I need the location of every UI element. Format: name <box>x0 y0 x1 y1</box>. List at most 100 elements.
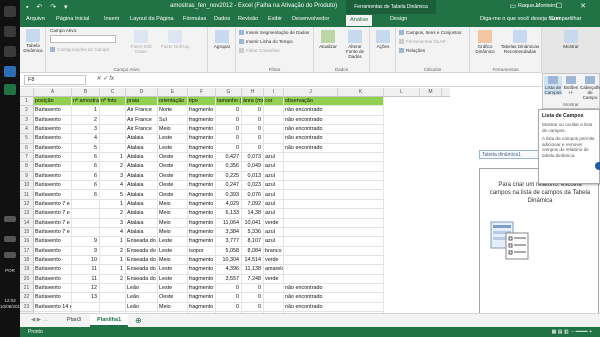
table-cell[interactable]: 6 <box>72 171 100 182</box>
table-cell[interactable]: 9 <box>72 237 100 247</box>
table-cell[interactable]: verde <box>264 274 284 284</box>
table-cell[interactable]: 6 <box>72 153 100 163</box>
row-header[interactable]: 2 <box>20 106 34 116</box>
table-cell[interactable]: 0 <box>242 143 264 154</box>
table-cell[interactable] <box>264 125 284 135</box>
table-cell[interactable]: 4,396 <box>216 265 242 275</box>
table-cell[interactable]: fragmento <box>188 171 216 182</box>
table-cell[interactable]: Barlavento <box>34 162 72 172</box>
table-cell[interactable]: fragmento <box>188 209 216 219</box>
table-cell[interactable]: 6 <box>72 181 100 191</box>
table-cell[interactable]: 0 <box>242 106 264 116</box>
task-view-icon[interactable] <box>4 46 16 57</box>
table-cell[interactable] <box>284 162 384 172</box>
row-header[interactable]: 10 <box>20 181 34 191</box>
field-settings-button[interactable]: Configurações do Campo <box>50 47 109 52</box>
table-cell[interactable]: Barlavento <box>34 134 72 144</box>
table-cell[interactable]: 0 <box>216 293 242 303</box>
explorer-icon[interactable] <box>4 66 16 77</box>
table-cell[interactable] <box>284 209 384 219</box>
search-icon[interactable] <box>4 26 16 37</box>
worksheet-grid[interactable]: ABCDEFGHIJKLMNOPQ1posiçãonº amostranº fo… <box>20 88 450 325</box>
table-cell[interactable] <box>100 134 126 144</box>
table-cell[interactable]: 0,225 <box>216 171 242 182</box>
table-cell[interactable] <box>264 106 284 116</box>
table-cell[interactable] <box>100 302 126 313</box>
table-cell[interactable]: Meio <box>158 199 188 210</box>
table-cell[interactable]: azul <box>264 190 284 200</box>
table-cell[interactable]: fragmento <box>188 284 216 294</box>
column-header[interactable]: G <box>216 88 242 97</box>
table-cell[interactable]: 2 <box>100 274 126 284</box>
table-cell[interactable]: 6 <box>72 190 100 200</box>
table-cell[interactable]: 7,092 <box>242 199 264 210</box>
table-cell[interactable]: 7,248 <box>242 274 264 284</box>
row-header[interactable]: 23 <box>20 302 34 313</box>
header-cell[interactable]: tipo <box>188 97 216 107</box>
table-cell[interactable]: 2 <box>100 209 126 219</box>
table-cell[interactable]: fragmento <box>188 181 216 191</box>
change-source-button[interactable]: Alterar Fonte de Dados <box>342 30 368 59</box>
table-cell[interactable]: Enseada do <box>126 246 158 256</box>
table-cell[interactable]: fragmento <box>188 293 216 303</box>
header-cell[interactable]: nº foto <box>100 97 126 107</box>
table-cell[interactable]: Barlavento <box>34 143 72 154</box>
header-cell[interactable]: posição <box>34 97 72 107</box>
table-cell[interactable]: fragmento <box>188 265 216 275</box>
table-cell[interactable]: Barlavento <box>34 106 72 116</box>
table-cell[interactable]: 11,064 <box>216 218 242 228</box>
header-cell[interactable]: área (mm²) <box>242 97 264 107</box>
tab-design[interactable]: Design <box>390 16 407 22</box>
table-cell[interactable]: não encontrado <box>284 134 384 144</box>
table-cell[interactable]: Meio <box>158 227 188 238</box>
table-cell[interactable]: 0,049 <box>242 162 264 172</box>
table-cell[interactable]: Leste <box>158 237 188 247</box>
row-header[interactable]: 3 <box>20 115 34 126</box>
sheet-nav-icon[interactable]: ◀ ▶ … <box>24 314 55 327</box>
field-headers-toggle[interactable]: Cabeçalhos de Campo <box>580 76 600 100</box>
table-cell[interactable]: Barlavento 7 e 8 <box>34 218 72 228</box>
table-cell[interactable]: 3,384 <box>216 227 242 238</box>
header-cell[interactable]: tamanho (ar <box>216 97 242 107</box>
table-cell[interactable] <box>264 284 284 294</box>
table-cell[interactable]: não encontrado <box>284 143 384 154</box>
table-cell[interactable]: 5,336 <box>242 227 264 238</box>
row-header[interactable]: 19 <box>20 265 34 275</box>
excel-icon[interactable] <box>4 84 16 95</box>
table-cell[interactable]: isopor <box>188 246 216 256</box>
column-header[interactable]: C <box>100 88 126 97</box>
table-cell[interactable]: Atalaia <box>126 209 158 219</box>
table-cell[interactable]: Leão <box>126 284 158 294</box>
table-cell[interactable]: 2 <box>100 246 126 256</box>
table-cell[interactable] <box>264 293 284 303</box>
table-cell[interactable]: Barlavento <box>34 115 72 126</box>
table-cell[interactable]: 0 <box>242 115 264 126</box>
tell-me-search[interactable]: Diga-me o que você deseja fazer <box>480 16 561 22</box>
table-cell[interactable]: 1 <box>72 106 100 116</box>
table-cell[interactable]: 1 <box>100 153 126 163</box>
column-header[interactable]: M <box>420 88 442 97</box>
table-cell[interactable]: 4 <box>72 134 100 144</box>
table-cell[interactable]: azul <box>264 209 284 219</box>
pivot-chart-button[interactable]: Gráfico Dinâmico <box>472 30 498 54</box>
table-cell[interactable]: azul <box>264 227 284 238</box>
group-button[interactable]: Agrupar <box>210 30 234 49</box>
table-cell[interactable]: azul <box>264 153 284 163</box>
table-cell[interactable] <box>100 125 126 135</box>
table-cell[interactable]: não encontrado <box>284 302 384 313</box>
table-cell[interactable]: 5,058 <box>216 246 242 256</box>
tab-data[interactable]: Dados <box>214 16 230 22</box>
column-header[interactable]: H <box>242 88 264 97</box>
table-cell[interactable] <box>284 255 384 266</box>
table-cell[interactable] <box>284 274 384 284</box>
buttons-toggle[interactable]: Botões +/- <box>563 76 579 95</box>
table-cell[interactable]: 8,084 <box>242 246 264 256</box>
table-cell[interactable]: fragmento <box>188 218 216 228</box>
drill-down-button[interactable]: Fazer Drill Down <box>126 30 156 54</box>
table-cell[interactable]: Barlavento <box>34 265 72 275</box>
table-cell[interactable]: 9 <box>72 246 100 256</box>
table-cell[interactable]: 0 <box>242 284 264 294</box>
table-cell[interactable]: fragmento <box>188 227 216 238</box>
column-header[interactable]: D <box>126 88 158 97</box>
table-cell[interactable]: Barlavento <box>34 181 72 191</box>
